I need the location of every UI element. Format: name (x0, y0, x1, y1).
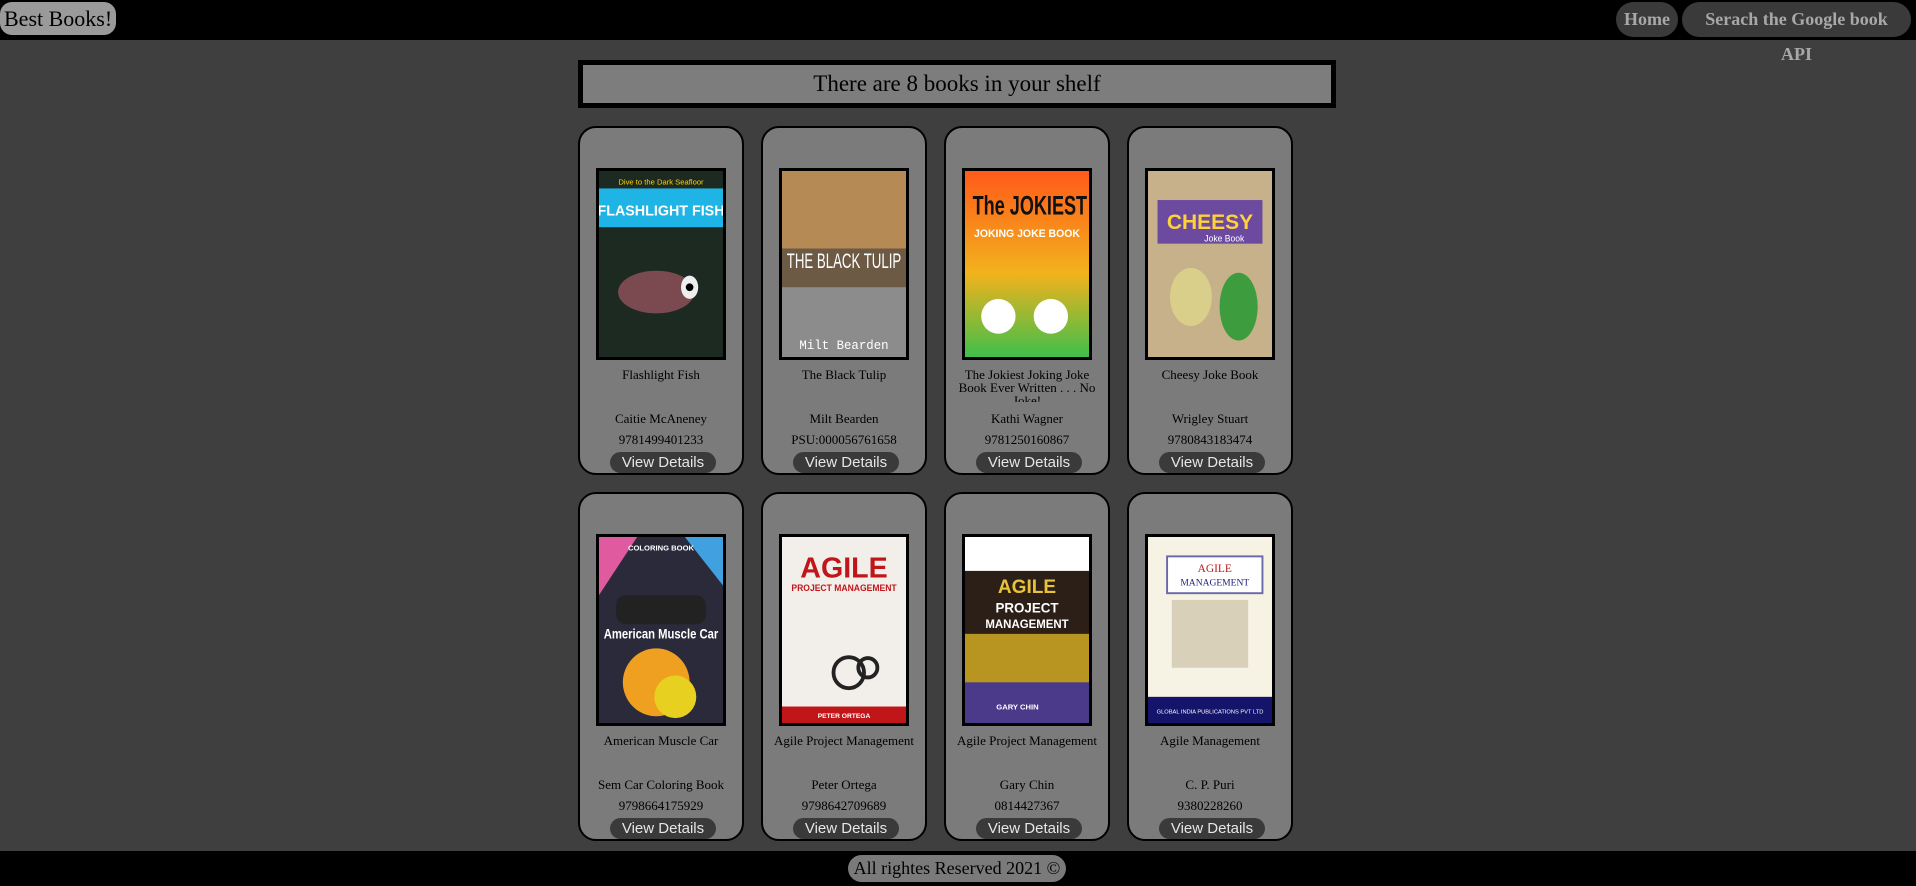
book-isbn: PSU:000056761658 (791, 432, 897, 447)
book-card: THE BLACK TULIP Milt Bearden The Black T… (761, 126, 927, 475)
cover-publisher-text: GLOBAL INDIA PUBLICATIONS PVT LTD (1157, 709, 1264, 715)
book-isbn: 9781499401233 (618, 432, 704, 447)
cover-author-text: GARY CHIN (996, 702, 1039, 711)
shelf-count-banner: There are 8 books in your shelf (578, 60, 1336, 108)
book-cover: CHEESY Joke Book (1145, 168, 1275, 360)
book-title: Agile Management (1160, 734, 1260, 748)
cover-subtitle-text: JOKING JOKE BOOK (974, 228, 1080, 240)
cover-title-text: THE BLACK TULIP (787, 250, 901, 273)
cover-subtitle-text: PROJECT MANAGEMENT (791, 583, 897, 593)
book-author: C. P. Puri (1185, 777, 1235, 792)
cover-subtitle-text: Joke Book (1204, 234, 1245, 244)
book-title: Agile Project Management (773, 734, 915, 748)
footer: All rightes Reserved 2021 © (0, 851, 1916, 886)
book-card: The JOKIEST JOKING JOKE BOOK The Jokiest… (944, 126, 1110, 475)
view-details-button[interactable]: View Details (610, 818, 716, 839)
cover-top-text: COLORING BOOK (628, 544, 695, 553)
book-isbn: 9798642709689 (801, 798, 887, 813)
book-author: Sem Car Coloring Book (597, 777, 725, 792)
view-details-button[interactable]: View Details (1159, 818, 1265, 839)
cover-title-text: AGILE (998, 577, 1056, 598)
book-card: COLORING BOOK American Muscle Car Americ… (578, 492, 744, 841)
cover-title-text: FLASHLIGHT FISH (599, 203, 723, 219)
book-title: American Muscle Car (603, 734, 719, 748)
nav-home-button[interactable]: Home (1616, 2, 1678, 37)
book-cover: AGILE MANAGEMENT GLOBAL INDIA PUBLICATIO… (1145, 534, 1275, 726)
view-details-button[interactable]: View Details (793, 452, 899, 473)
book-cover: AGILE PROJECT MANAGEMENT PETER ORTEGA (779, 534, 909, 726)
view-details-button[interactable]: View Details (793, 818, 899, 839)
book-author: Peter Ortega (811, 777, 877, 792)
book-title: The Black Tulip (801, 368, 887, 382)
book-title: Cheesy Joke Book (1161, 368, 1259, 382)
book-cover: THE BLACK TULIP Milt Bearden (779, 168, 909, 360)
cover-title-text: CHEESY (1167, 211, 1253, 234)
book-title: Agile Project Management (956, 734, 1098, 748)
nav-search-api-button[interactable]: Serach the Google book API (1682, 2, 1911, 64)
cover-top-text: Dive to the Dark Seafloor (618, 178, 704, 187)
view-details-button[interactable]: View Details (976, 452, 1082, 473)
brand-logo[interactable]: Best Books! (0, 2, 117, 35)
book-isbn: 9380228260 (1177, 798, 1243, 813)
cover-subtitle-text: PROJECT (996, 600, 1060, 615)
cover-title-text: AGILE (800, 552, 887, 584)
book-author: Kathi Wagner (991, 411, 1063, 426)
book-card: Dive to the Dark Seafloor FLASHLIGHT FIS… (578, 126, 744, 475)
book-isbn: 9781250160867 (984, 432, 1070, 447)
cover-author-text: Milt Bearden (799, 339, 888, 353)
cover-title-text: The JOKIEST (973, 190, 1088, 220)
footer-copyright: All rightes Reserved 2021 © (848, 855, 1066, 882)
view-details-button[interactable]: View Details (610, 452, 716, 473)
book-cover: Dive to the Dark Seafloor FLASHLIGHT FIS… (596, 168, 726, 360)
book-card: AGILE PROJECT MANAGEMENT GARY CHIN Agile… (944, 492, 1110, 841)
book-author: Milt Bearden (809, 411, 879, 426)
book-author: Caitie McAneney (614, 411, 708, 426)
cover-subtitle-text: MANAGEMENT (1180, 577, 1249, 588)
cover-title-text: AGILE (1198, 563, 1232, 575)
book-title: The Jokiest Joking Joke Book Ever Writte… (958, 368, 1096, 402)
book-title: Flashlight Fish (622, 368, 700, 382)
book-author: Gary Chin (999, 777, 1055, 792)
book-card: AGILE MANAGEMENT GLOBAL INDIA PUBLICATIO… (1127, 492, 1293, 841)
book-author: Wrigley Stuart (1171, 411, 1249, 426)
book-cover: COLORING BOOK American Muscle Car (596, 534, 726, 726)
book-isbn: 9798664175929 (618, 798, 704, 813)
book-isbn: 0814427367 (994, 798, 1060, 813)
cover-title-text: American Muscle Car (604, 627, 719, 642)
view-details-button[interactable]: View Details (976, 818, 1082, 839)
view-details-button[interactable]: View Details (1159, 452, 1265, 473)
book-cover: The JOKIEST JOKING JOKE BOOK (962, 168, 1092, 360)
top-navbar: Best Books! Home Serach the Google book … (0, 0, 1916, 64)
cover-subtitle2-text: MANAGEMENT (985, 619, 1068, 631)
book-card: CHEESY Joke Book Cheesy Joke Book Wrigle… (1127, 126, 1293, 475)
cover-author-text: PETER ORTEGA (818, 713, 871, 720)
book-card: AGILE PROJECT MANAGEMENT PETER ORTEGA Ag… (761, 492, 927, 841)
book-isbn: 9780843183474 (1167, 432, 1253, 447)
book-cover: AGILE PROJECT MANAGEMENT GARY CHIN (962, 534, 1092, 726)
